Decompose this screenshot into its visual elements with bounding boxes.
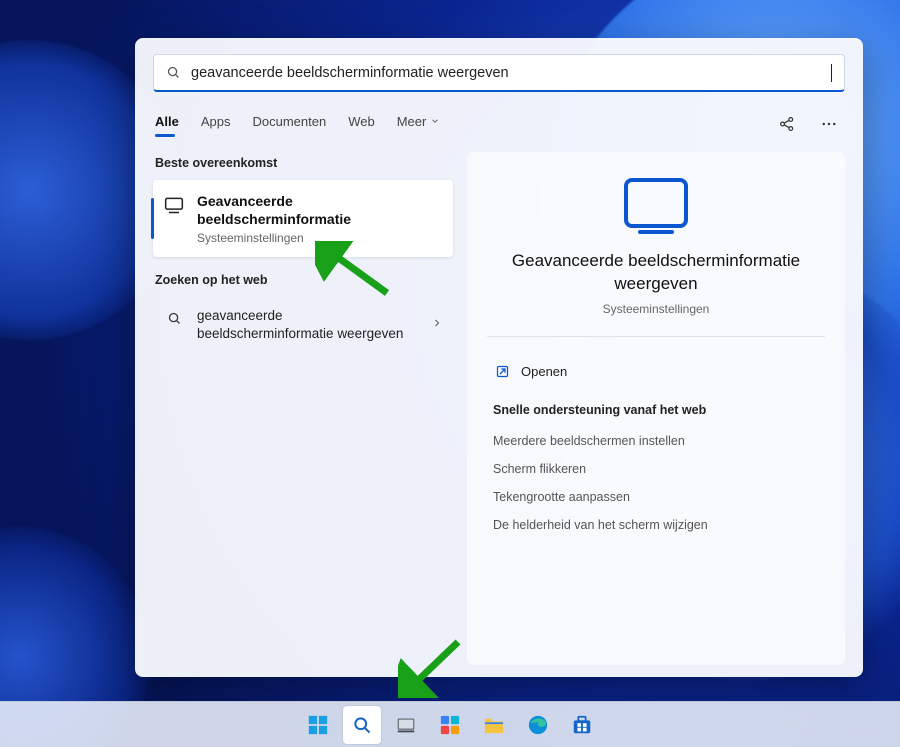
tab-more[interactable]: Meer [397,114,441,135]
edge-button[interactable] [519,706,557,744]
result-web[interactable]: geavanceerde beeldscherminformatie weerg… [153,297,453,352]
result-title-line1: Geavanceerde [197,192,351,210]
preview-title: Geavanceerde beeldscherminformatie weerg… [496,250,816,296]
monitor-icon [624,178,688,228]
tab-all[interactable]: Alle [155,114,179,135]
taskview-button[interactable] [387,706,425,744]
best-match-heading: Beste overeenkomst [155,156,451,170]
preview-pane: Geavanceerde beeldscherminformatie weerg… [467,152,845,665]
search-box[interactable] [153,54,845,92]
preview-subtitle: Systeeminstellingen [603,302,710,316]
start-button[interactable] [299,706,337,744]
store-button[interactable] [563,706,601,744]
quick-link[interactable]: Meerdere beeldschermen instellen [491,427,821,455]
web-result-line1: geavanceerde [197,307,403,325]
chevron-right-icon [431,316,443,334]
tab-web[interactable]: Web [348,114,375,135]
widgets-button[interactable] [431,706,469,744]
search-icon [163,307,185,326]
web-heading: Zoeken op het web [155,273,451,287]
web-result-line2: beeldscherminformatie weergeven [197,325,403,343]
explorer-button[interactable] [475,706,513,744]
text-cursor [831,64,832,82]
tab-apps[interactable]: Apps [201,114,231,135]
divider [487,336,825,337]
monitor-icon [163,192,185,214]
more-options-icon[interactable] [815,110,843,138]
result-best-match[interactable]: Geavanceerde beeldscherminformatie Syste… [153,180,453,257]
open-action[interactable]: Openen [491,355,821,389]
search-flyout: Alle Apps Documenten Web Meer Beste over… [135,38,863,677]
filter-tabs: Alle Apps Documenten Web Meer [153,110,845,138]
taskbar-search-button[interactable] [343,706,381,744]
chevron-down-icon [430,116,440,126]
quick-link[interactable]: De helderheid van het scherm wijzigen [491,511,821,539]
results-list: Beste overeenkomst Geavanceerde beeldsch… [153,152,453,665]
result-subtitle: Systeeminstellingen [197,231,351,245]
taskbar [0,701,900,747]
open-label: Openen [521,364,567,379]
quick-link[interactable]: Tekengrootte aanpassen [491,483,821,511]
quick-link[interactable]: Scherm flikkeren [491,455,821,483]
share-icon[interactable] [773,110,801,138]
quick-help-heading: Snelle ondersteuning vanaf het web [493,403,819,417]
search-input[interactable] [191,65,821,81]
result-title-line2: beeldscherminformatie [197,210,351,228]
search-icon [166,65,181,80]
tab-documents[interactable]: Documenten [252,114,326,135]
open-icon [493,363,511,381]
